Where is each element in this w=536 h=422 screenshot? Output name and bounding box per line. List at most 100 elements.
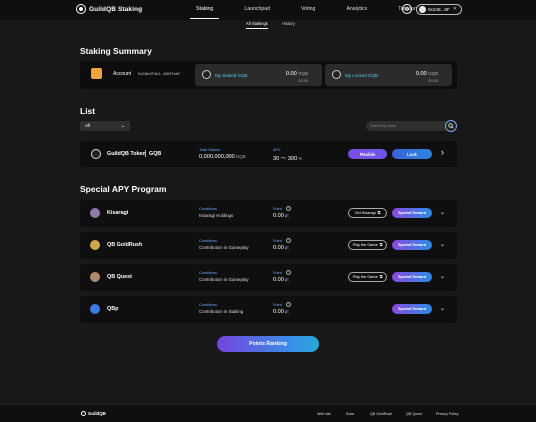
wallet-button[interactable]: 0x248...5F ✕ — [416, 3, 462, 15]
token-name: GuildQB Token — [107, 151, 146, 157]
logo[interactable]: GuildQB Staking — [76, 4, 142, 14]
staked-value: 0.00 GQB — [285, 71, 308, 77]
sub-nav: All Stakings History — [246, 21, 295, 29]
staked-label: My Staked GQB — [215, 73, 248, 78]
info-icon[interactable]: i — [286, 269, 291, 275]
point-value: 0.00pt — [273, 309, 289, 315]
chevron-down-icon: ⌄ — [120, 123, 125, 129]
footer: GuildQB Web site Docs QB GoldRush QB Que… — [0, 404, 536, 422]
gqb-token-icon — [91, 149, 101, 159]
program-row-kisaragi: Kisaragi Conditions Kisaragi Holdings Po… — [80, 200, 457, 227]
qb-goldrush-icon — [90, 240, 100, 250]
info-icon[interactable]: i — [286, 205, 291, 211]
play-the-game-button[interactable]: Play the Game ⧉ — [348, 272, 387, 282]
apy-value: 30 ～ 300% — [273, 156, 303, 162]
program-row-qb-quest: QB Quest Conditions Contribution in Game… — [80, 264, 457, 291]
token-symbol: GQB — [149, 151, 162, 157]
footer-link-privacy[interactable]: Privacy Policy — [436, 412, 458, 416]
conditions-label: Conditions — [199, 303, 217, 307]
filter-select[interactable]: All ⌄ — [80, 121, 130, 131]
locked-box: My Locked GQB 0.00 GQB $ 0.00 — [325, 64, 452, 86]
special-reward-button[interactable]: Special Reward — [392, 240, 432, 250]
locked-value: 0.00 GQB — [415, 71, 438, 77]
conditions-label: Conditions — [199, 239, 217, 243]
settings-button[interactable]: ⚙ — [402, 4, 412, 14]
point-value: 0.00pt — [273, 213, 289, 219]
conditions-value: Contribution in Gameplay — [199, 277, 249, 282]
search-button[interactable] — [445, 120, 457, 132]
nav-voting[interactable]: Voting — [299, 0, 317, 20]
account-label: Account — [113, 71, 132, 77]
footer-link-website[interactable]: Web site — [317, 412, 331, 416]
program-title: Special APY Program — [80, 184, 167, 194]
get-kisaragi-button[interactable]: Get Kisaragi ⧉ — [348, 208, 387, 218]
kisaragi-icon — [90, 208, 100, 218]
special-reward-button[interactable]: Special Reward — [392, 272, 432, 282]
point-label: Point — [273, 207, 282, 211]
play-the-game-button[interactable]: Play the Game ⧉ — [348, 240, 387, 250]
qb-quest-icon — [90, 272, 100, 282]
flexible-button[interactable]: Flexible — [348, 149, 387, 159]
staked-usd: $ 0.00 — [298, 79, 308, 83]
program-name: QB Quest — [107, 274, 132, 280]
chevron-down-icon[interactable]: ⌄ — [440, 273, 445, 280]
point-label: Point — [273, 239, 282, 243]
footer-link-goldrush[interactable]: QB GoldRush — [370, 412, 392, 416]
nav-staking[interactable]: Staking — [189, 0, 220, 20]
tab-history[interactable]: History — [282, 21, 295, 29]
conditions-label: Conditions — [199, 271, 217, 275]
special-reward-button[interactable]: Special Reward — [392, 208, 432, 218]
footer-logo[interactable]: GuildQB — [81, 411, 106, 416]
external-link-icon: ⧉ — [379, 243, 383, 247]
nav-launchpad[interactable]: Launchpad — [242, 0, 272, 20]
footer-link-docs[interactable]: Docs — [346, 412, 354, 416]
point-value: 0.00pt — [273, 277, 289, 283]
logo-icon — [81, 411, 86, 416]
conditions-value: Kisaragi Holdings — [199, 213, 234, 218]
lock-button[interactable]: Lock — [392, 149, 432, 159]
chevron-down-icon[interactable]: ⌄ — [440, 241, 445, 248]
wallet-address: 0x248...5F — [428, 6, 450, 12]
external-link-icon: ⧉ — [377, 211, 381, 215]
points-ranking-button[interactable]: Points Ranking — [217, 336, 319, 352]
search-input[interactable]: Search by name — [366, 121, 446, 131]
staked-box: My Staked GQB 0.00 GQB $ 0.00 — [195, 64, 322, 86]
list-title: List — [80, 106, 96, 116]
disconnect-icon[interactable]: ✕ — [453, 6, 457, 12]
nav-analytics[interactable]: Analytics — [344, 0, 369, 20]
account-address: 0x248c2F4A1...40BF1bbF — [138, 71, 180, 76]
summary-title: Staking Summary — [80, 46, 152, 56]
conditions-value: Contribution in Staking — [199, 309, 244, 314]
logo-text: GuildQB Staking — [89, 5, 143, 13]
special-reward-button[interactable]: Special Reward — [392, 304, 432, 314]
gqb-token-icon — [332, 70, 341, 79]
program-name: QBp — [107, 306, 119, 312]
footer-logo-text: GuildQB — [88, 411, 106, 416]
gqb-token-icon — [202, 70, 211, 79]
tab-all-stakings[interactable]: All Stakings — [246, 21, 268, 29]
footer-link-quest[interactable]: QB Quest — [406, 412, 422, 416]
chevron-down-icon[interactable]: ⌄ — [440, 305, 445, 312]
program-name: Kisaragi — [107, 210, 129, 216]
info-icon[interactable]: i — [286, 301, 291, 307]
apy-label: APY — [273, 148, 281, 152]
info-icon[interactable]: i — [286, 237, 291, 243]
search-icon — [448, 123, 454, 129]
locked-usd: $ 0.00 — [428, 79, 438, 83]
conditions-label: Conditions — [199, 207, 217, 211]
logo-icon — [76, 4, 86, 14]
token-row: GuildQB Token GQB Total Staked 0,000,000… — [80, 141, 457, 167]
qbp-icon — [90, 304, 100, 314]
metamask-icon — [91, 68, 102, 79]
point-value: 0.00pt — [273, 245, 289, 251]
top-navbar: GuildQB Staking Staking Launchpad Voting… — [0, 0, 536, 20]
chevron-right-icon[interactable]: › — [441, 147, 444, 157]
program-name: QB GoldRush — [107, 242, 143, 248]
point-label: Point — [273, 271, 282, 275]
chevron-down-icon[interactable]: ⌄ — [440, 209, 445, 216]
program-row-qbp: QBp Conditions Contribution in Staking P… — [80, 296, 457, 323]
total-staked-label: Total Staked — [199, 148, 220, 152]
program-row-qb-goldrush: QB GoldRush Conditions Contribution in G… — [80, 232, 457, 259]
total-staked-value: 0,000,000,000GQB — [199, 154, 246, 160]
divider — [145, 150, 146, 157]
